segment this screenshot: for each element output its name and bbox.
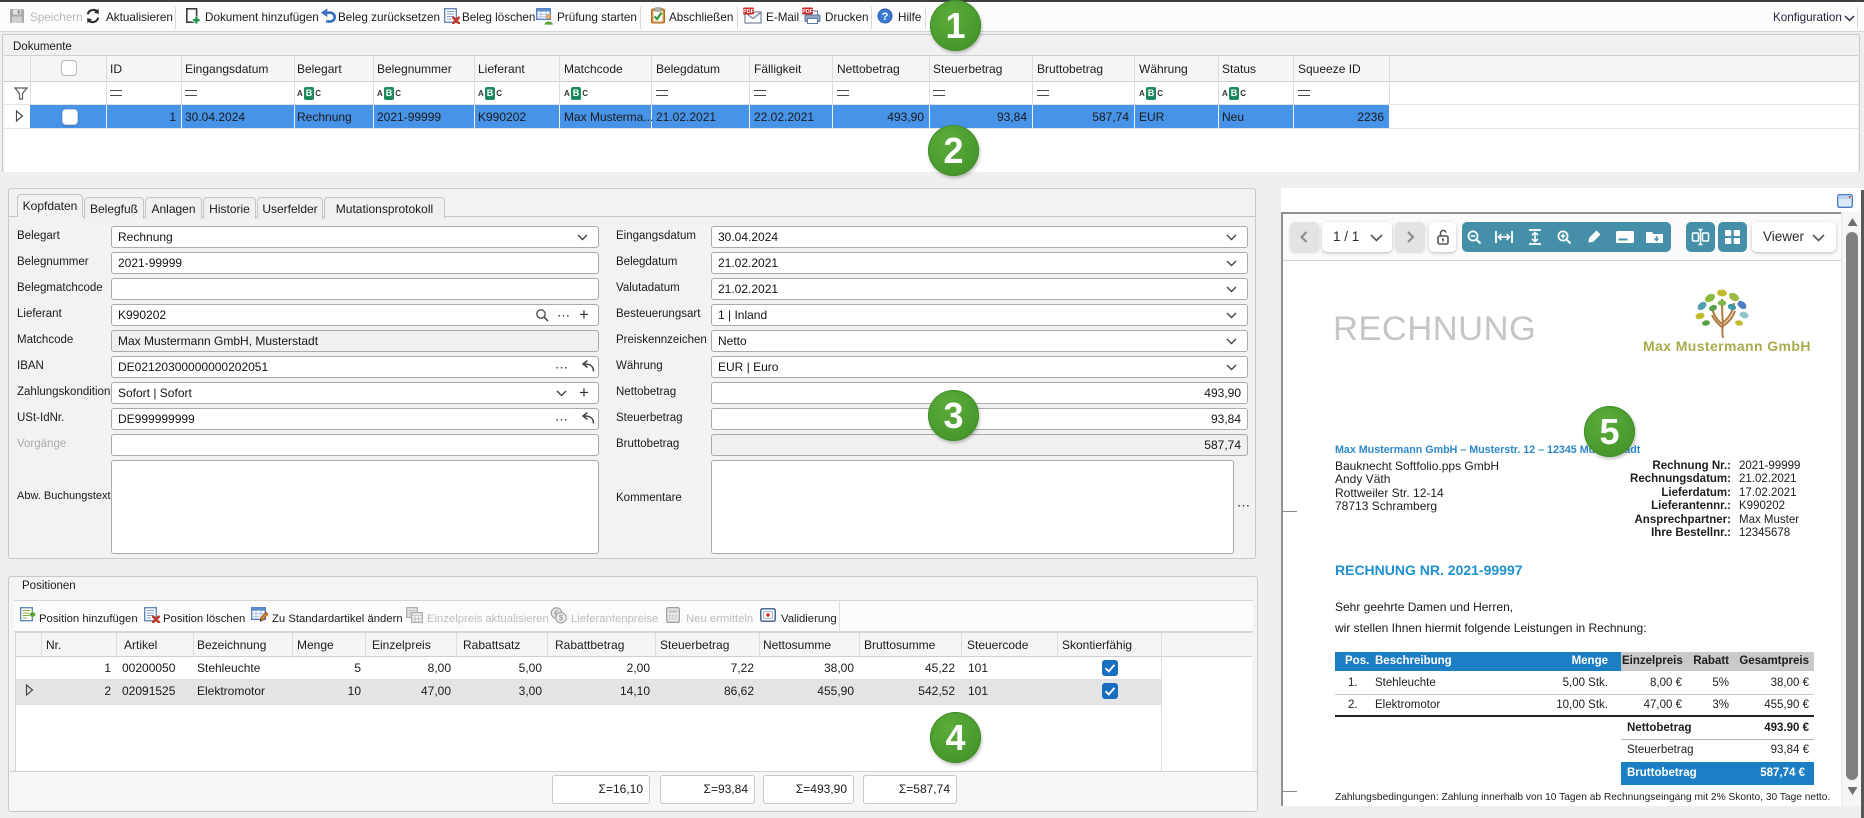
svg-text:PDF: PDF: [743, 9, 754, 15]
svg-text:$: $: [559, 614, 564, 623]
svg-text:?: ?: [882, 11, 889, 23]
svg-text:PDF: PDF: [802, 9, 813, 15]
